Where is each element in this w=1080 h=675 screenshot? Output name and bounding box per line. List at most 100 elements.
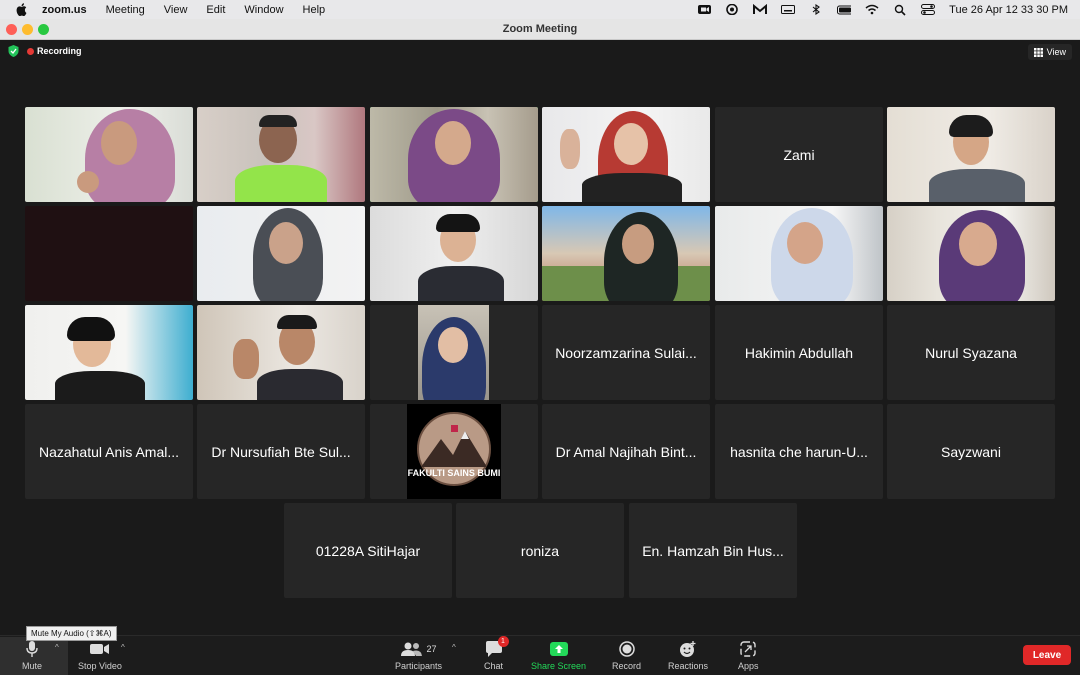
participant-video-tile[interactable]: [25, 206, 193, 301]
macos-menubar: zoom.us Meeting View Edit Window Help Tu…: [0, 0, 1080, 19]
participant-name: En. Hamzah Bin Hus...: [642, 542, 784, 559]
battery-icon[interactable]: [837, 4, 852, 15]
participant-video-tile[interactable]: [715, 206, 883, 301]
mute-tooltip: Mute My Audio (⇧⌘A): [26, 626, 117, 641]
participant-name: Sayzwani: [941, 443, 1001, 460]
participant-name: 01228A SitiHajar: [315, 542, 421, 559]
participant-name: Hakimin Abdullah: [744, 344, 854, 361]
meeting-area: Recording View Zami Noorzamzarina Sulai.…: [0, 40, 1080, 635]
participant-tile[interactable]: roniza: [456, 503, 624, 598]
participants-icon-wrap: 27: [400, 640, 437, 658]
apple-icon[interactable]: [14, 3, 28, 17]
participant-video-tile[interactable]: [542, 206, 710, 301]
zoom-status-icon[interactable]: [697, 4, 711, 15]
participant-video-tile[interactable]: [197, 107, 365, 202]
wifi-icon[interactable]: [865, 4, 879, 15]
participant-name: hasnita che harun-U...: [730, 443, 868, 460]
participant-video: [715, 206, 883, 301]
share-screen-label: Share Screen: [531, 661, 587, 671]
spotlight-search-icon[interactable]: [893, 4, 907, 16]
audio-options-chevron-icon[interactable]: ^: [55, 643, 59, 652]
participant-tile[interactable]: En. Hamzah Bin Hus...: [629, 503, 797, 598]
recording-indicator[interactable]: Recording: [27, 46, 82, 56]
participant-name: Dr Amal Najihah Bint...: [555, 443, 697, 460]
participant-video: [370, 107, 538, 202]
record-button[interactable]: Record: [612, 640, 641, 671]
active-speaker-video-tile[interactable]: [370, 107, 538, 202]
share-screen-icon: [549, 640, 568, 658]
apps-button[interactable]: Apps: [738, 640, 759, 671]
menu-window[interactable]: Window: [244, 4, 283, 16]
participant-tile[interactable]: hasnita che harun-U...: [715, 404, 883, 499]
participant-video: [197, 107, 365, 202]
leave-button[interactable]: Leave: [1023, 645, 1071, 665]
reactions-label: Reactions: [668, 661, 709, 671]
apps-label: Apps: [738, 661, 759, 671]
participant-video-tile[interactable]: [25, 305, 193, 400]
microphone-icon: [25, 640, 39, 658]
participant-video-tile[interactable]: [887, 107, 1055, 202]
participants-chevron-icon[interactable]: ^: [452, 643, 456, 652]
participant-video: [25, 206, 193, 301]
participant-video-tile[interactable]: [370, 206, 538, 301]
close-window-button[interactable]: [6, 24, 17, 35]
meeting-status-bar: Recording: [8, 45, 82, 57]
participant-video-tile[interactable]: [197, 206, 365, 301]
control-center-icon[interactable]: [921, 4, 936, 15]
mute-label: Mute: [22, 661, 43, 671]
menu-app-name[interactable]: zoom.us: [42, 4, 87, 16]
participant-video: [542, 107, 710, 202]
participant-count: 27: [426, 644, 437, 654]
stop-video-label: Stop Video: [78, 661, 122, 671]
menu-view[interactable]: View: [164, 4, 188, 16]
participant-tile[interactable]: Nazahatul Anis Amal...: [25, 404, 193, 499]
participant-name: Noorzamzarina Sulai...: [555, 344, 697, 361]
participant-name: Nazahatul Anis Amal...: [38, 443, 180, 460]
participants-label: Participants: [395, 661, 443, 671]
participant-video-tile[interactable]: [370, 305, 538, 400]
share-screen-button[interactable]: Share Screen: [531, 640, 586, 671]
participant-tile[interactable]: Noorzamzarina Sulai...: [542, 305, 710, 400]
reactions-smiley-icon: [679, 640, 697, 658]
video-options-chevron-icon[interactable]: ^: [121, 643, 125, 652]
participant-name: Dr Nursufiah Bte Sul...: [211, 443, 351, 460]
participant-video-tile[interactable]: [542, 107, 710, 202]
menu-meeting[interactable]: Meeting: [106, 4, 145, 16]
participant-video: [25, 107, 193, 202]
bluetooth-icon[interactable]: [809, 4, 823, 15]
participant-video-tile[interactable]: [197, 305, 365, 400]
encryption-shield-icon[interactable]: [8, 45, 19, 57]
grid-icon: [1033, 47, 1043, 57]
participant-tile[interactable]: 01228A SitiHajar: [284, 503, 452, 598]
minimize-window-button[interactable]: [22, 24, 33, 35]
reactions-button[interactable]: Reactions: [668, 640, 708, 671]
menu-help[interactable]: Help: [303, 4, 326, 16]
chat-button[interactable]: 1 Chat: [484, 636, 509, 671]
participant-video: [418, 305, 489, 400]
view-button[interactable]: View: [1027, 44, 1072, 60]
menubar-clock[interactable]: Tue 26 Apr 12 33 30 PM: [949, 4, 1068, 16]
stop-video-button[interactable]: Stop Video: [78, 640, 122, 671]
mute-button[interactable]: Mute: [22, 640, 42, 671]
chat-icon: 1: [485, 636, 509, 658]
participant-video: [542, 206, 710, 301]
participants-button[interactable]: 27 Participants: [395, 640, 442, 671]
participant-video: [25, 305, 193, 400]
gmail-icon[interactable]: [753, 4, 768, 15]
participant-tile[interactable]: Sayzwani: [887, 404, 1055, 499]
participant-tile[interactable]: Nurul Syazana: [887, 305, 1055, 400]
participant-logo-tile[interactable]: FAKULTI SAINS BUMI: [370, 404, 538, 499]
participant-video-tile[interactable]: [887, 206, 1055, 301]
creative-cloud-icon[interactable]: [725, 4, 739, 15]
participant-tile[interactable]: Dr Nursufiah Bte Sul...: [197, 404, 365, 499]
participant-tile[interactable]: Dr Amal Najihah Bint...: [542, 404, 710, 499]
participant-video: [887, 206, 1055, 301]
zoom-window-button[interactable]: [38, 24, 49, 35]
menu-edit[interactable]: Edit: [206, 4, 225, 16]
participant-video-tile[interactable]: [25, 107, 193, 202]
logo-text: FAKULTI SAINS BUMI: [407, 468, 501, 478]
record-icon: [618, 640, 635, 658]
keyboard-icon[interactable]: [781, 4, 796, 15]
participant-tile[interactable]: Zami: [715, 107, 883, 202]
participant-tile[interactable]: Hakimin Abdullah: [715, 305, 883, 400]
